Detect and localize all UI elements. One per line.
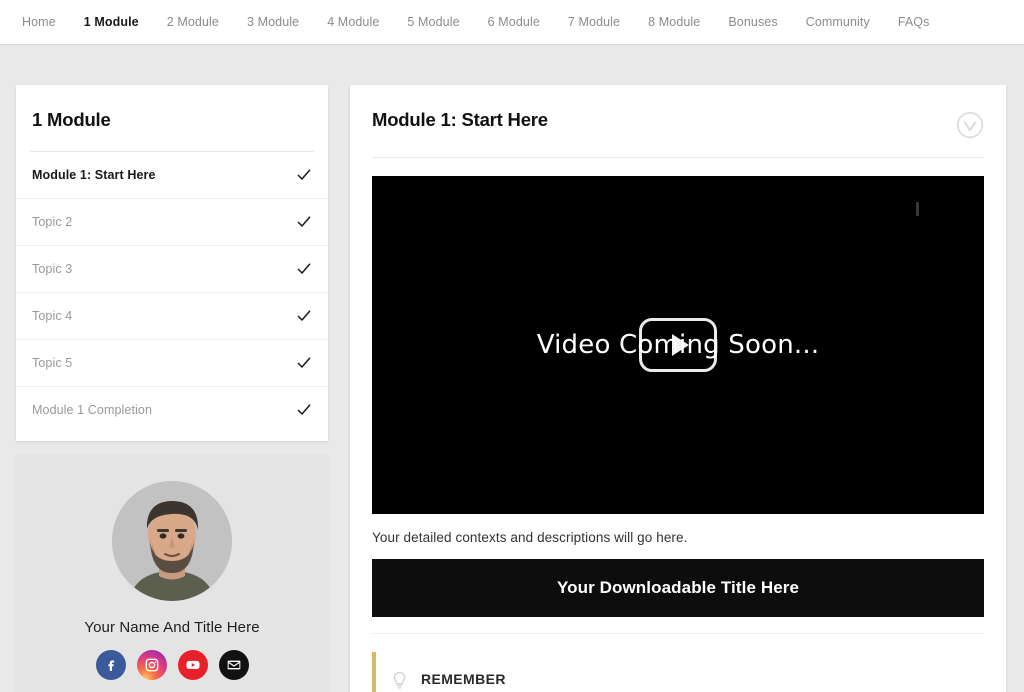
check-icon <box>296 402 312 418</box>
nav-item-1-module[interactable]: 1 Module <box>76 11 147 33</box>
social-links <box>16 650 328 680</box>
check-icon <box>296 167 312 183</box>
youtube-icon[interactable] <box>177 650 208 680</box>
nav-item-community[interactable]: Community <box>798 11 878 33</box>
topic-label: Module 1 Completion <box>32 403 153 417</box>
play-button-icon[interactable] <box>639 318 717 372</box>
page-container: 1 Module Module 1: Start Here Topic 2 Topi… <box>0 45 1024 692</box>
completion-check-badge-icon[interactable] <box>956 111 984 139</box>
content-bottom-divider <box>372 633 984 634</box>
topic-label: Topic 2 <box>32 215 73 229</box>
topic-row[interactable]: Topic 2 <box>16 199 328 246</box>
nav-item-3-module[interactable]: 3 Module <box>239 11 307 33</box>
check-icon <box>296 261 312 277</box>
topic-label: Topic 3 <box>32 262 73 276</box>
remember-callout: REMEMBER <box>372 652 984 692</box>
lesson-description: Your detailed contexts and descriptions … <box>372 530 688 545</box>
nav-item-bonuses[interactable]: Bonuses <box>720 11 785 33</box>
topic-row[interactable]: Topic 3 <box>16 246 328 293</box>
nav-item-2-module[interactable]: 2 Module <box>159 11 227 33</box>
nav-item-6-module[interactable]: 6 Module <box>480 11 548 33</box>
remember-label: REMEMBER <box>421 671 506 687</box>
topic-label: Module 1: Start Here <box>32 168 156 182</box>
topic-label: Topic 5 <box>32 356 73 370</box>
sidebar-column: 1 Module Module 1: Start Here Topic 2 Topi… <box>16 85 328 692</box>
topic-row[interactable]: Module 1: Start Here <box>16 152 328 199</box>
nav-item-7-module[interactable]: 7 Module <box>560 11 628 33</box>
email-icon[interactable] <box>218 650 249 680</box>
lightbulb-icon <box>390 671 409 690</box>
nav-item-8-module[interactable]: 8 Module <box>640 11 708 33</box>
author-profile-card: Your Name And Title Here <box>16 455 328 692</box>
check-icon <box>296 214 312 230</box>
author-name: Your Name And Title Here <box>84 619 260 636</box>
lesson-content-card: Module 1: Start Here Video Coming Soon..… <box>350 85 1006 692</box>
sidebar-module-title: 1 Module <box>32 109 111 130</box>
avatar <box>112 481 232 601</box>
download-button[interactable]: Your Downloadable Title Here <box>372 559 984 617</box>
top-navigation-bar: Home 1 Module 2 Module 3 Module 4 Module 5 Mo… <box>0 0 1024 47</box>
lesson-header: Module 1: Start Here <box>350 85 1006 157</box>
check-icon <box>296 355 312 371</box>
topic-row[interactable]: Topic 5 <box>16 340 328 387</box>
nav-item-home[interactable]: Home <box>14 11 64 33</box>
nav-item-5-module[interactable]: 5 Module <box>399 11 467 33</box>
nav-item-4-module[interactable]: 4 Module <box>319 11 387 33</box>
topic-row[interactable]: Module 1 Completion <box>16 387 328 433</box>
facebook-icon[interactable] <box>95 650 126 680</box>
topic-label: Topic 4 <box>32 309 73 323</box>
topic-row[interactable]: Topic 4 <box>16 293 328 340</box>
module-topics-card: 1 Module Module 1: Start Here Topic 2 Topi… <box>16 85 328 441</box>
main-column: Module 1: Start Here Video Coming Soon..… <box>350 85 1006 692</box>
check-icon <box>296 308 312 324</box>
video-player[interactable]: Video Coming Soon... <box>372 176 984 514</box>
topic-list: Module 1: Start Here Topic 2 Topic 3 Topic … <box>16 152 328 433</box>
page-title: Module 1: Start Here <box>372 109 548 130</box>
video-corner-mark <box>916 202 919 216</box>
instagram-icon[interactable] <box>136 650 167 680</box>
nav-item-faqs[interactable]: FAQs <box>890 11 938 33</box>
lesson-body: Video Coming Soon... Your detailed conte… <box>350 158 1006 692</box>
